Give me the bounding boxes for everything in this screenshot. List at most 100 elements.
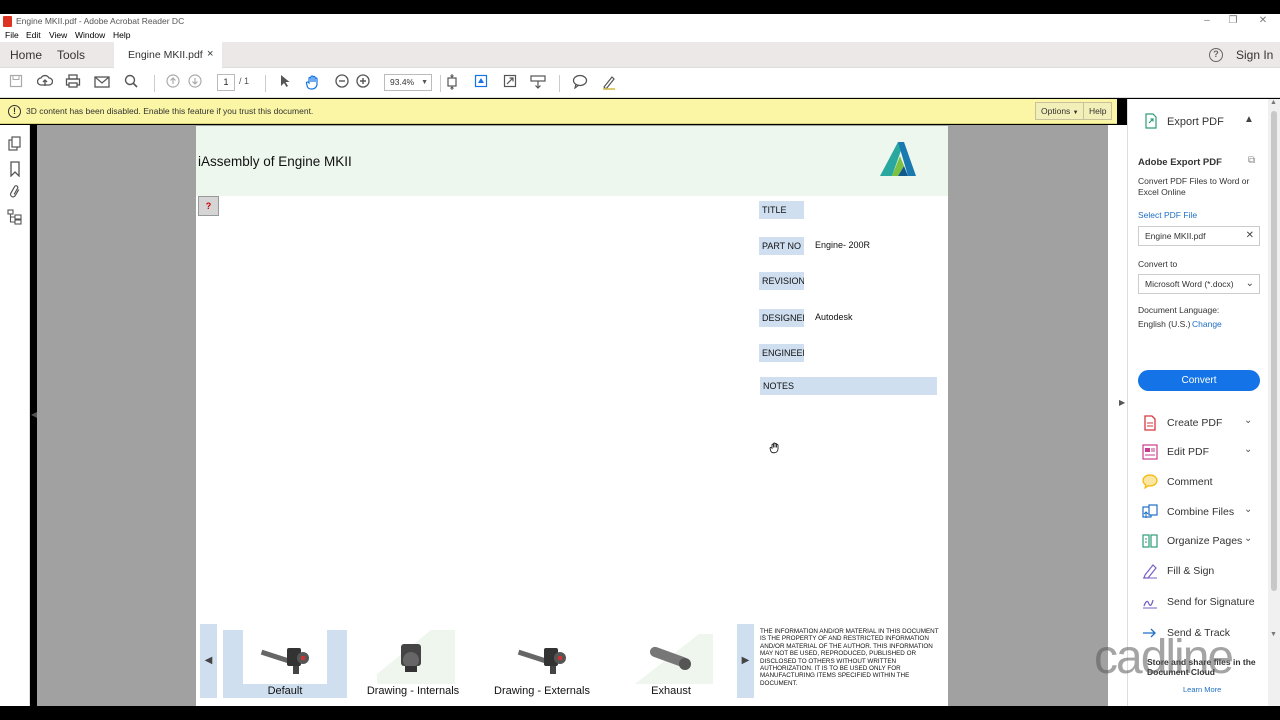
document-scrollbar-track[interactable] bbox=[1108, 125, 1127, 706]
model-tree-icon[interactable] bbox=[7, 209, 23, 225]
organize-pages-icon bbox=[1142, 533, 1158, 549]
save-icon[interactable] bbox=[7, 74, 25, 92]
field-label-title: TITLE bbox=[759, 201, 804, 219]
options-label: Options bbox=[1041, 106, 1071, 116]
selected-file-name: Engine MKII.pdf bbox=[1145, 231, 1206, 241]
collapse-right-pane-icon[interactable]: ▶ bbox=[1119, 398, 1125, 407]
tool-organize-pages[interactable]: Organize Pages ⌄ bbox=[1142, 532, 1262, 550]
thumbnail-caption: Drawing - Internals bbox=[366, 685, 460, 697]
toolbar-divider bbox=[154, 75, 155, 92]
chevron-up-icon[interactable]: ▲ bbox=[1244, 114, 1254, 125]
field-label-engineer: ENGINEER bbox=[759, 344, 804, 362]
fit-page-icon[interactable] bbox=[443, 74, 461, 92]
help-icon[interactable]: ? bbox=[1209, 48, 1223, 62]
view-thumbnail-default[interactable]: Default bbox=[223, 630, 347, 698]
scroll-up-icon[interactable]: ▲ bbox=[1270, 99, 1277, 106]
fullscreen-icon[interactable] bbox=[501, 74, 519, 92]
menu-view[interactable]: View bbox=[49, 30, 67, 40]
scrollbar-thumb[interactable] bbox=[1271, 111, 1277, 591]
zoom-in-icon[interactable] bbox=[354, 74, 372, 92]
chevron-down-icon[interactable]: ⌄ bbox=[1244, 415, 1252, 426]
export-pdf-icon bbox=[1143, 113, 1159, 129]
tab-home[interactable]: Home bbox=[10, 48, 42, 62]
zoom-level-value: 93.4% bbox=[390, 77, 415, 87]
maximize-button[interactable]: ❐ bbox=[1218, 14, 1248, 30]
menu-window[interactable]: Window bbox=[75, 30, 105, 40]
close-tab-icon[interactable]: × bbox=[207, 48, 213, 60]
convert-button[interactable]: Convert bbox=[1138, 370, 1260, 391]
view-thumbnail-internals[interactable]: Drawing - Internals bbox=[351, 630, 475, 698]
highlight-pen-icon[interactable] bbox=[600, 74, 618, 92]
scroll-down-icon[interactable]: ▼ bbox=[1270, 631, 1277, 638]
notification-help-button[interactable]: Help bbox=[1083, 102, 1113, 120]
chevron-down-icon[interactable]: ⌄ bbox=[1244, 533, 1252, 544]
chevron-down-icon[interactable]: ⌄ bbox=[1244, 444, 1252, 455]
adobe-export-title: Adobe Export PDF bbox=[1138, 157, 1222, 168]
close-window-button[interactable]: ✕ bbox=[1248, 14, 1278, 30]
attachment-icon[interactable] bbox=[7, 184, 23, 200]
view-thumbnail-exhaust[interactable]: Exhaust bbox=[609, 630, 733, 698]
bookmark-icon[interactable] bbox=[7, 161, 23, 178]
sign-in-link[interactable]: Sign In bbox=[1236, 48, 1273, 62]
strip-next-button[interactable]: ▶ bbox=[737, 624, 754, 698]
right-tools-pane: Export PDF ▲ Adobe Export PDF ⧉ Convert … bbox=[1127, 99, 1268, 706]
field-value-designer: Autodesk bbox=[815, 312, 853, 322]
missing-3d-content-icon[interactable]: ? bbox=[198, 196, 219, 216]
chevron-down-icon[interactable]: ⌄ bbox=[1244, 504, 1252, 515]
tool-comment[interactable]: Comment bbox=[1142, 473, 1262, 491]
tab-tools[interactable]: Tools bbox=[57, 48, 85, 62]
page-thumbnails-icon[interactable] bbox=[7, 136, 23, 152]
tool-fill-sign[interactable]: Fill & Sign bbox=[1142, 562, 1262, 580]
hand-cursor-icon bbox=[769, 441, 781, 457]
change-language-link[interactable]: Change bbox=[1192, 319, 1222, 329]
tool-edit-pdf[interactable]: Edit PDF ⌄ bbox=[1142, 443, 1262, 461]
right-pane-scrollbar[interactable]: ▲ ▼ bbox=[1268, 99, 1280, 706]
cadline-watermark-logo: cadline bbox=[1094, 631, 1234, 684]
options-button[interactable]: Options ▼ bbox=[1035, 102, 1085, 120]
tool-label: Comment bbox=[1167, 476, 1213, 488]
select-cursor-icon[interactable] bbox=[276, 74, 294, 92]
menu-edit[interactable]: Edit bbox=[26, 30, 41, 40]
view-thumbnail-externals[interactable]: Drawing - Externals bbox=[480, 630, 604, 698]
field-label-designer: DESIGNER bbox=[759, 309, 804, 327]
strip-prev-button[interactable]: ◀ bbox=[200, 624, 217, 698]
engine-thumbnail-image bbox=[243, 630, 327, 684]
clear-file-icon[interactable]: ✕ bbox=[1246, 227, 1254, 245]
convert-to-select[interactable]: Microsoft Word (*.docx) ⌄ bbox=[1138, 274, 1260, 294]
page-header: iAssembly of Engine MKII bbox=[196, 126, 948, 196]
print-icon[interactable] bbox=[64, 74, 82, 92]
menu-bar: File Edit View Window Help bbox=[0, 30, 1280, 42]
thumbnail-caption: Default bbox=[267, 685, 303, 697]
page-up-icon[interactable] bbox=[164, 74, 182, 92]
menu-file[interactable]: File bbox=[5, 30, 19, 40]
learn-more-link[interactable]: Learn More bbox=[1183, 685, 1221, 694]
email-icon[interactable] bbox=[93, 74, 111, 92]
page-number-input[interactable]: 1 bbox=[217, 74, 235, 91]
field-value-part-no: Engine- 200R bbox=[815, 240, 871, 250]
page-down-icon[interactable] bbox=[186, 74, 204, 92]
comment-icon bbox=[1142, 474, 1158, 490]
comment-icon[interactable] bbox=[571, 74, 589, 92]
rotate-icon[interactable] bbox=[472, 74, 490, 92]
combine-files-icon bbox=[1142, 504, 1158, 520]
field-label-revision: REVISION bbox=[759, 272, 804, 290]
send-signature-icon bbox=[1142, 594, 1158, 610]
search-icon[interactable] bbox=[122, 74, 140, 92]
tool-send-for-signature[interactable]: Send for Signature bbox=[1142, 593, 1262, 611]
tab-document[interactable]: Engine MKII.pdf × bbox=[114, 42, 222, 68]
selected-file-field[interactable]: Engine MKII.pdf ✕ bbox=[1138, 226, 1260, 246]
select-pdf-file-link[interactable]: Select PDF File bbox=[1138, 210, 1197, 220]
document-language-value: English (U.S.) bbox=[1138, 319, 1191, 329]
zoom-out-icon[interactable] bbox=[333, 74, 351, 92]
export-pdf-header[interactable]: Export PDF bbox=[1167, 116, 1224, 128]
tool-combine-files[interactable]: Combine Files ⌄ bbox=[1142, 503, 1262, 521]
tool-create-pdf[interactable]: Create PDF ⌄ bbox=[1142, 414, 1262, 432]
bottom-bar bbox=[0, 706, 1280, 720]
hand-tool-icon[interactable] bbox=[304, 74, 322, 92]
copy-icon[interactable]: ⧉ bbox=[1248, 155, 1255, 166]
upload-icon[interactable] bbox=[36, 74, 54, 92]
scroll-mode-icon[interactable] bbox=[529, 74, 547, 92]
tool-label: Send for Signature bbox=[1167, 596, 1255, 608]
zoom-level-select[interactable]: 93.4% ▼ bbox=[384, 74, 432, 91]
menu-help[interactable]: Help bbox=[113, 30, 130, 40]
